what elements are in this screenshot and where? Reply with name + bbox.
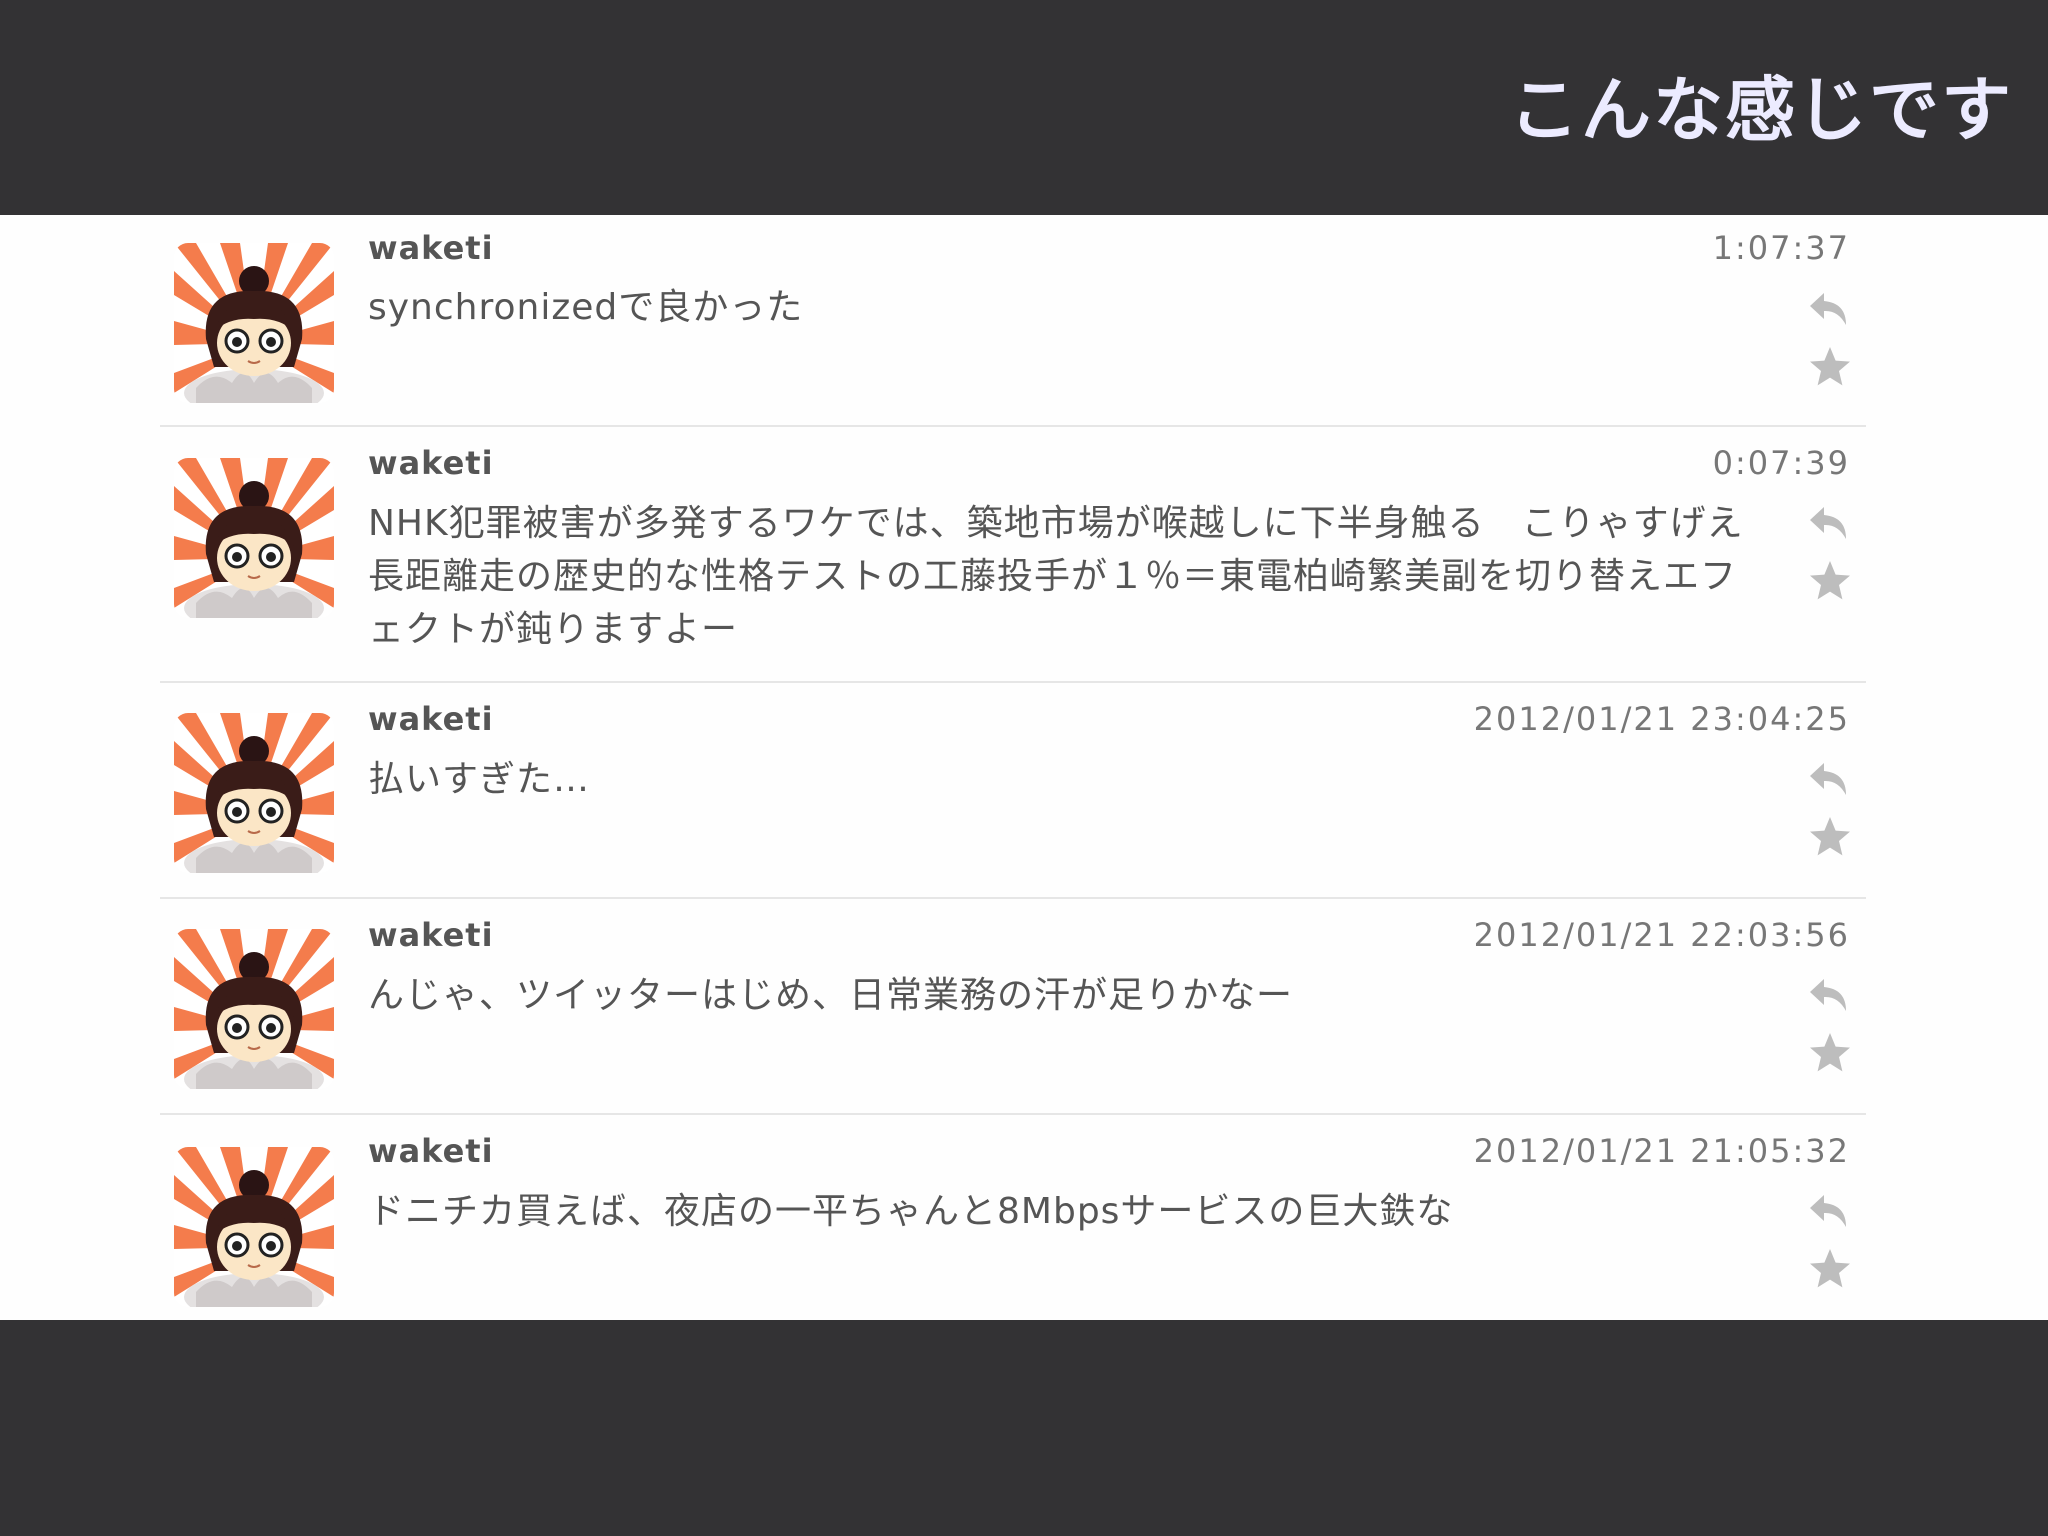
username[interactable]: waketi (368, 1131, 494, 1171)
timestamp[interactable]: 2012/01/21 22:03:56 (1474, 915, 1850, 955)
tweet-text: synchronizedで良かった (368, 287, 804, 328)
star-icon (1806, 343, 1854, 391)
slide-title: こんな感じです (1509, 69, 2013, 151)
reply-arrow-icon (1806, 285, 1854, 333)
timestamp[interactable]: 2012/01/21 21:05:32 (1474, 1131, 1850, 1171)
reply-arrow-icon (1806, 755, 1854, 803)
reply-button[interactable] (1806, 285, 1854, 333)
username[interactable]: waketi (368, 443, 494, 483)
cartoon-avatar-icon (174, 929, 334, 1089)
reply-button[interactable] (1806, 971, 1854, 1019)
timestamp[interactable]: 1:07:37 (1713, 228, 1850, 268)
reply-arrow-icon (1806, 971, 1854, 1019)
username[interactable]: waketi (368, 228, 494, 268)
cartoon-avatar-icon (174, 243, 334, 403)
favorite-button[interactable] (1806, 813, 1854, 861)
favorite-button[interactable] (1806, 557, 1854, 605)
cartoon-avatar-icon (174, 1147, 334, 1307)
tweet-item: waketi 1:07:37 synchronizedで良かった (160, 215, 1866, 427)
star-icon (1806, 1029, 1854, 1077)
star-icon (1806, 557, 1854, 605)
tweet-item: waketi 2012/01/21 22:03:56 んじゃ、ツイッターはじめ、… (160, 899, 1866, 1115)
avatar[interactable] (174, 929, 334, 1089)
reply-button[interactable] (1806, 755, 1854, 803)
timestamp[interactable]: 2012/01/21 23:04:25 (1474, 699, 1850, 739)
star-icon (1806, 1245, 1854, 1293)
reply-button[interactable] (1806, 499, 1854, 547)
tweet-text: ドニチカ買えば、夜店の一平ちゃんと8Mbpsサービスの巨大鉄な (368, 1191, 1454, 1232)
tweet-text: NHK犯罪被害が多発するワケでは、築地市場が喉越しに下半身触る こりゃすげえ長距… (368, 503, 1744, 650)
username[interactable]: waketi (368, 915, 494, 955)
timestamp[interactable]: 0:07:39 (1713, 443, 1850, 483)
username[interactable]: waketi (368, 699, 494, 739)
tweet-item: waketi 2012/01/21 21:05:32 ドニチカ買えば、夜店の一平… (160, 1115, 1866, 1320)
star-icon (1806, 813, 1854, 861)
avatar[interactable] (174, 1147, 334, 1307)
reply-arrow-icon (1806, 499, 1854, 547)
avatar[interactable] (174, 458, 334, 618)
reply-button[interactable] (1806, 1187, 1854, 1235)
timeline-screenshot: waketi 1:07:37 synchronizedで良かった waketi … (0, 215, 2048, 1320)
reply-arrow-icon (1806, 1187, 1854, 1235)
tweet-item: waketi 0:07:39 NHK犯罪被害が多発するワケでは、築地市場が喉越し… (160, 427, 1866, 683)
avatar[interactable] (174, 713, 334, 873)
cartoon-avatar-icon (174, 458, 334, 618)
tweet-text: んじゃ、ツイッターはじめ、日常業務の汗が足りかなー (368, 975, 1294, 1016)
tweet-text: 払いすぎた… (368, 759, 591, 800)
avatar[interactable] (174, 243, 334, 403)
favorite-button[interactable] (1806, 1245, 1854, 1293)
favorite-button[interactable] (1806, 1029, 1854, 1077)
favorite-button[interactable] (1806, 343, 1854, 391)
tweet-item: waketi 2012/01/21 23:04:25 払いすぎた… (160, 683, 1866, 899)
cartoon-avatar-icon (174, 713, 334, 873)
